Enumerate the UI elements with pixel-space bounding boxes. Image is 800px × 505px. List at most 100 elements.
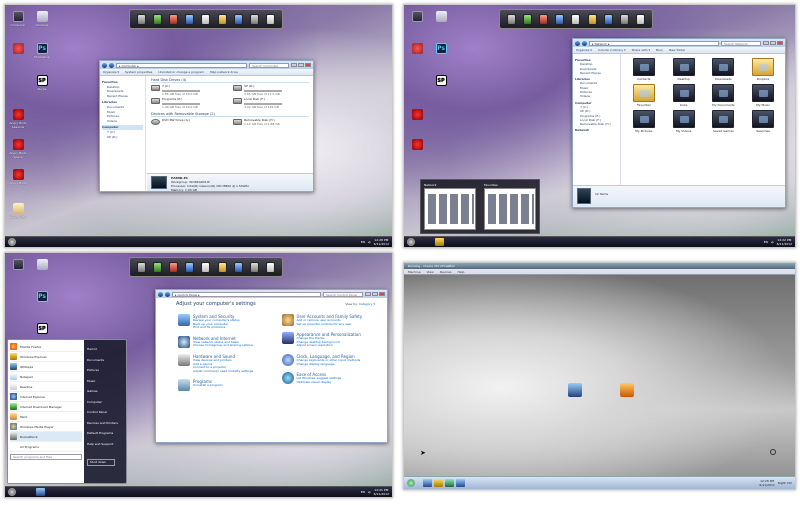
- start-menu-item[interactable]: Windows Media Player: [10, 422, 82, 432]
- dock-item-notepad[interactable]: [201, 261, 211, 273]
- desktop-icon-photoshop[interactable]: Ps Photoshop: [31, 43, 53, 59]
- start-menu-item[interactable]: Paint: [10, 412, 82, 422]
- organize-button[interactable]: Organize ▾: [576, 48, 592, 52]
- dock-item-media[interactable]: [169, 261, 179, 273]
- dock-item-media[interactable]: [539, 13, 549, 25]
- start-button[interactable]: [8, 488, 16, 496]
- map-drive-button[interactable]: Map network drive: [210, 70, 238, 74]
- folder-item[interactable]: Favorites: [626, 84, 662, 107]
- back-button[interactable]: [102, 62, 107, 68]
- cp-link[interactable]: Uninstall a program: [193, 384, 223, 388]
- forward-button[interactable]: [109, 62, 114, 68]
- taskbar-app[interactable]: [434, 479, 443, 487]
- thumbnail-network[interactable]: Network: [424, 183, 476, 230]
- dock-item-utorrent[interactable]: [522, 13, 532, 25]
- desktop-icon-sp[interactable]: SP: [430, 75, 452, 87]
- desktop-icon-libraries[interactable]: [31, 259, 53, 271]
- drive-item[interactable]: XP (D:) 3.65 GB free of 11.0 GB: [233, 84, 309, 96]
- taskbar-control-panel[interactable]: [36, 488, 45, 496]
- start-button[interactable]: [407, 479, 415, 487]
- clock[interactable]: 12:28 PM 6/11/2012: [759, 479, 774, 487]
- address-bar[interactable]: ▸ Computer ▸: [116, 62, 247, 68]
- minimize-button[interactable]: [291, 63, 297, 67]
- dock-item-utorrent[interactable]: [152, 13, 162, 25]
- minimize-button[interactable]: [365, 292, 371, 296]
- dock-item-browser[interactable]: [185, 261, 195, 273]
- language-indicator[interactable]: EN: [361, 240, 365, 244]
- view-by-dropdown[interactable]: Category ▾: [359, 302, 375, 306]
- desktop-icon-sp[interactable]: SP: [31, 323, 53, 335]
- maximize-button[interactable]: [298, 63, 304, 67]
- desktop-icon-angry-birds-space[interactable]: Angry Birds Space: [7, 139, 29, 159]
- taskbar-app[interactable]: [445, 479, 454, 487]
- desktop-icon-computer[interactable]: Computer: [7, 11, 29, 27]
- close-button[interactable]: [305, 63, 311, 67]
- dock-item-settings[interactable]: [250, 261, 260, 273]
- dock-item-trash[interactable]: [636, 13, 646, 25]
- folder-item[interactable]: My Videos: [666, 110, 702, 133]
- start-button[interactable]: [407, 238, 415, 246]
- cp-link[interactable]: Adjust screen resolution: [297, 344, 361, 348]
- burn-button[interactable]: Burn: [656, 48, 663, 52]
- desktop-icon-angry-birds-seasons[interactable]: [406, 109, 428, 121]
- search-input[interactable]: Search Control Panel: [323, 291, 363, 297]
- drive-item[interactable]: DVD RW Drive (G:): [151, 119, 227, 126]
- folder-item[interactable]: Contacts: [626, 58, 662, 81]
- desktop-icon-angry-birds-seasons[interactable]: Angry Birds Seasons: [7, 109, 29, 129]
- clock[interactable]: 12:21 PM 6/11/2012: [374, 488, 389, 496]
- search-input[interactable]: Search Network: [721, 40, 761, 46]
- share-with-button[interactable]: Share with ▾: [632, 48, 650, 52]
- system-properties-button[interactable]: System properties: [125, 70, 152, 74]
- address-bar[interactable]: ▸ Control Panel ▸: [172, 291, 321, 297]
- desktop-icon-angry-birds[interactable]: Angry Birds: [7, 169, 29, 185]
- dock-item-ie[interactable]: [233, 261, 243, 273]
- start-place[interactable]: Games: [87, 386, 123, 397]
- vm-menu-item[interactable]: Help: [458, 269, 465, 275]
- uninstall-button[interactable]: Uninstall or change a program: [158, 70, 204, 74]
- drive-item[interactable]: 7 (C:) 1.85 GB free of 49.0 GB: [151, 84, 227, 96]
- cp-link[interactable]: Set up parental controls for any user: [297, 322, 363, 327]
- forward-button[interactable]: [582, 40, 587, 46]
- start-menu-item[interactable]: Windows Explorer: [10, 352, 82, 362]
- drive-item[interactable]: Programs (E:) 1.44 GB free of 49.0 GB: [151, 98, 227, 109]
- vm-desktop-icon[interactable]: [564, 383, 586, 398]
- start-place[interactable]: Help and Support: [87, 439, 123, 450]
- cp-link[interactable]: Change display language: [297, 362, 361, 367]
- folder-item[interactable]: My Pictures: [626, 110, 662, 133]
- volume-icon[interactable]: ◂): [771, 240, 774, 244]
- start-menu-item[interactable]: Notepad: [10, 372, 82, 382]
- forward-button[interactable]: [165, 291, 170, 297]
- desktop-icon-angry-birds-space[interactable]: [406, 139, 428, 151]
- desktop-icon-photoshop[interactable]: Ps: [430, 43, 452, 55]
- start-place[interactable]: Control Panel: [87, 407, 123, 418]
- drive-item[interactable]: Local Disk (F:) 3.02 GB free of 149 GB: [233, 98, 309, 109]
- dock-item-settings[interactable]: [250, 13, 260, 25]
- drive-item[interactable]: Removable Disk (H:) 1.12 GB free of 1.88 …: [233, 119, 309, 126]
- dock-item-computer[interactable]: [136, 13, 146, 25]
- vm-menu-item[interactable]: Machine: [408, 269, 421, 275]
- vm-desktop-icon[interactable]: [616, 383, 638, 398]
- organize-button[interactable]: Organize ▾: [103, 70, 119, 74]
- folder-item[interactable]: Desktop: [666, 58, 702, 81]
- taskbar-explorer[interactable]: [435, 238, 444, 246]
- start-place[interactable]: Default Programs: [87, 428, 123, 439]
- dock-item-notepad[interactable]: [201, 13, 211, 25]
- desktop-icon-computer[interactable]: [7, 259, 29, 271]
- start-place[interactable]: Devices and Printers: [87, 418, 123, 429]
- dock-item-browser[interactable]: [555, 13, 565, 25]
- new-folder-button[interactable]: New folder: [669, 48, 685, 52]
- folder-item[interactable]: My Documents: [706, 84, 742, 107]
- nav-item[interactable]: Removable Disk (H:): [575, 122, 618, 126]
- dock-item-folder[interactable]: [587, 13, 597, 25]
- desktop-icon-libraries[interactable]: [430, 11, 452, 23]
- vm-capture-icon[interactable]: [770, 449, 776, 455]
- nav-network[interactable]: Network: [575, 128, 618, 132]
- maximize-button[interactable]: [372, 292, 378, 296]
- back-button[interactable]: [575, 40, 580, 46]
- desktop-icon-sp[interactable]: SP Skype: [31, 75, 53, 91]
- vm-menu-item[interactable]: Devices: [440, 269, 452, 275]
- dock-item-browser[interactable]: [185, 13, 195, 25]
- volume-icon[interactable]: ◂): [368, 240, 371, 244]
- taskbar-app[interactable]: [456, 479, 465, 487]
- folder-item[interactable]: Searches: [745, 110, 781, 133]
